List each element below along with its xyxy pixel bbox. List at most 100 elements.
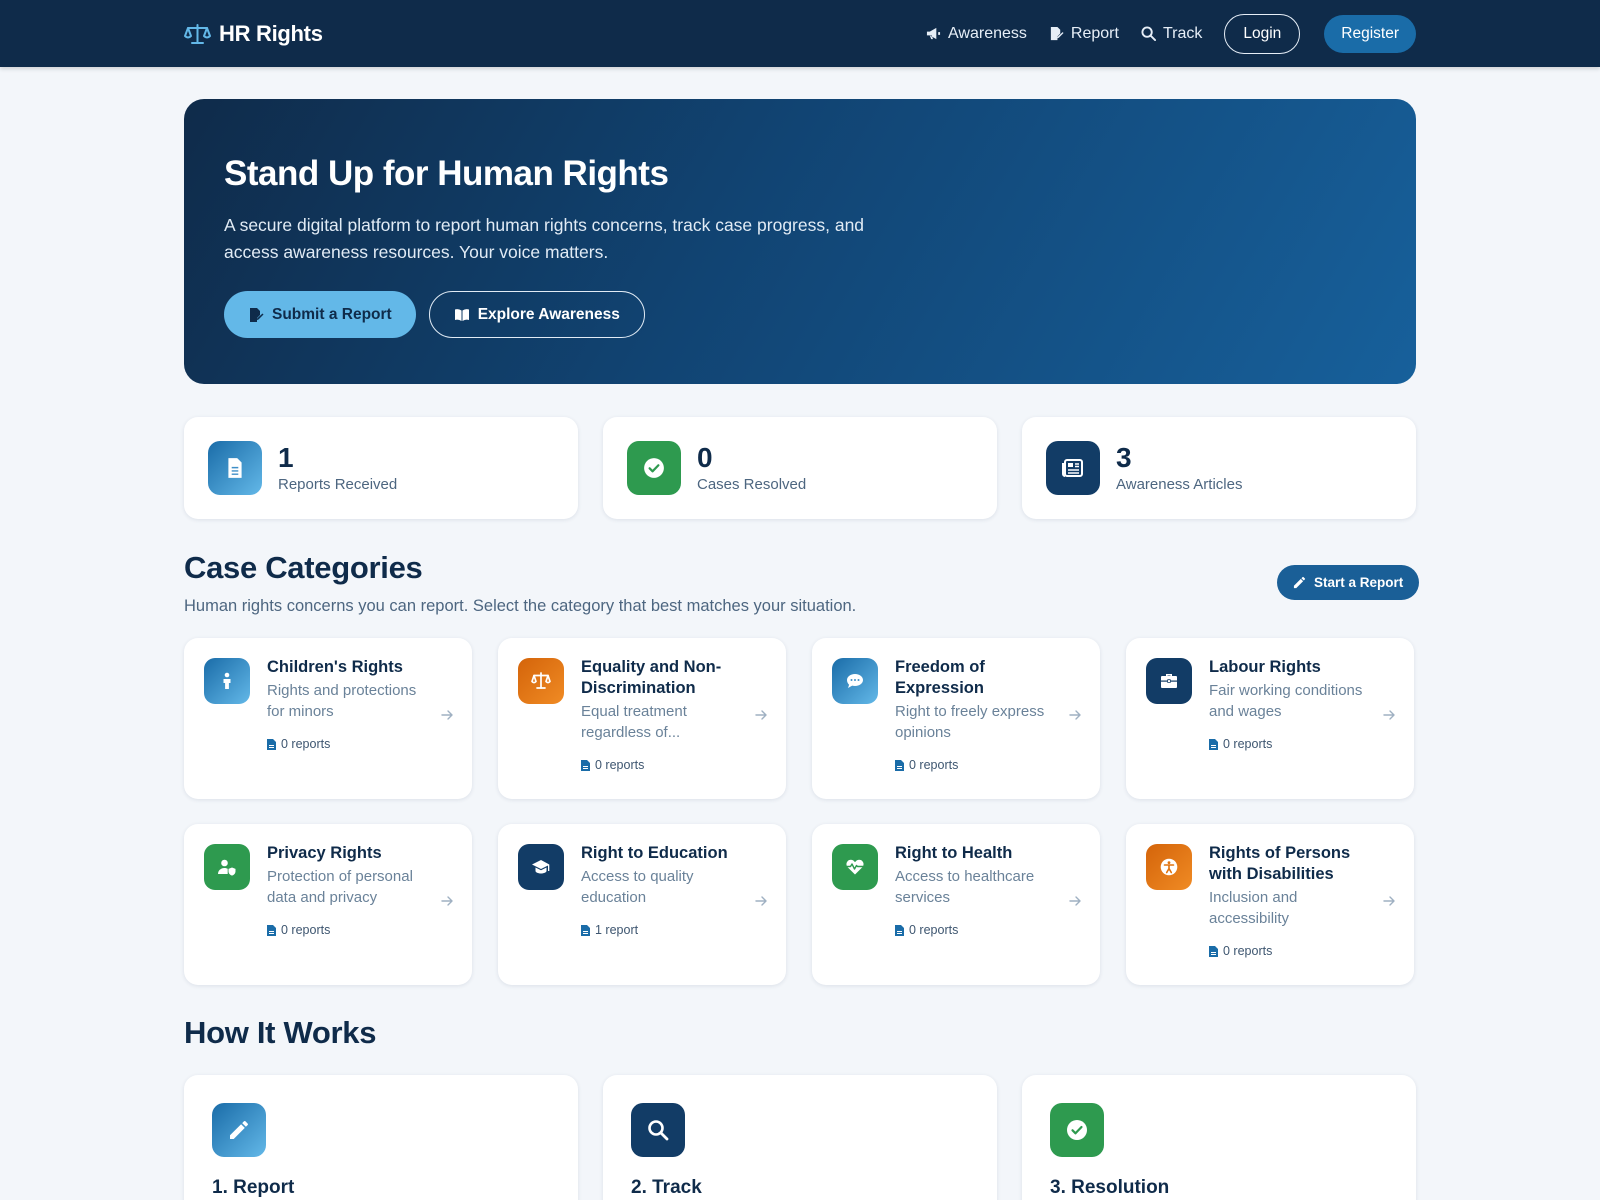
accessibility-icon	[1146, 844, 1192, 890]
nav-link-track[interactable]: Track	[1141, 25, 1202, 43]
arrow-right-icon	[441, 896, 453, 906]
navbar: HR Rights Awareness Report Track Login R…	[0, 0, 1600, 67]
categories-subtitle: Human rights concerns you can report. Se…	[184, 597, 857, 615]
category-title: Privacy Rights	[267, 844, 382, 862]
category-description: Fair working conditions and wages	[1209, 682, 1363, 720]
file-signature-icon	[1050, 26, 1064, 41]
arrow-right-icon	[755, 896, 767, 906]
user-shield-icon	[204, 844, 250, 890]
hero-text: A secure digital platform to report huma…	[224, 215, 865, 262]
category-description: Protection of personal data and privacy	[267, 868, 413, 906]
file-icon	[581, 924, 590, 936]
step-title: 1. Report	[212, 1177, 295, 1198]
arrow-right-icon	[1069, 710, 1081, 720]
category-title: Labour Rights	[1209, 658, 1321, 676]
step-title: 2. Track	[631, 1177, 702, 1198]
categories-title: Case Categories	[184, 550, 423, 585]
megaphone-icon	[926, 27, 941, 40]
report-count-text: 0 reports	[1223, 944, 1273, 958]
report-count: 0 reports	[895, 758, 1065, 772]
report-count-text: 0 reports	[1223, 737, 1273, 751]
report-count: 1 report	[581, 923, 751, 937]
arrow-right-icon	[441, 710, 453, 720]
category-card-childrens-rights[interactable]: Children's Rights Rights and protections…	[184, 638, 472, 799]
register-button[interactable]: Register	[1324, 14, 1416, 53]
report-count-text: 0 reports	[909, 758, 959, 772]
stat-card-articles: 3 Awareness Articles	[1022, 417, 1416, 519]
report-count-text: 0 reports	[281, 737, 331, 751]
file-icon	[1209, 945, 1218, 957]
stat-card-reports: 1 Reports Received	[184, 417, 578, 519]
explore-awareness-label: Explore Awareness	[477, 305, 620, 323]
brand-logo[interactable]: HR Rights	[184, 21, 323, 47]
category-title: Children's Rights	[267, 658, 403, 676]
file-icon	[267, 924, 276, 936]
nav-link-label: Awareness	[948, 24, 1027, 42]
report-count-text: 0 reports	[595, 758, 645, 772]
hero-banner: Stand Up for Human Rights A secure digit…	[184, 99, 1416, 384]
arrow-right-icon	[755, 710, 767, 720]
stat-label: Reports Received	[278, 476, 398, 494]
explore-awareness-button[interactable]: Explore Awareness	[428, 291, 645, 338]
step-card-report: 1. Report	[184, 1075, 578, 1200]
report-count-text: 1 report	[595, 923, 639, 937]
arrow-right-icon	[1069, 896, 1081, 906]
category-description: Inclusion and accessibility	[1209, 889, 1298, 927]
category-description: Access to quality education	[581, 868, 694, 906]
file-signature-icon	[250, 307, 264, 322]
category-title: Right to Education	[581, 844, 728, 862]
heart-pulse-icon	[832, 844, 878, 890]
file-icon	[895, 924, 904, 936]
hero-buttons: Submit a Report Explore Awareness	[224, 291, 1376, 338]
category-card-disabilities[interactable]: Rights of Persons with Disabilities Incl…	[1126, 824, 1414, 985]
arrow-right-icon	[1383, 896, 1395, 906]
submit-report-button[interactable]: Submit a Report	[224, 291, 416, 338]
book-open-icon	[454, 308, 469, 321]
search-icon	[1141, 26, 1156, 41]
category-card-right-to-education[interactable]: Right to Education Access to quality edu…	[498, 824, 786, 985]
start-report-label: Start a Report	[1314, 575, 1404, 590]
category-card-freedom-of-expression[interactable]: Freedom of Expression Right to freely ex…	[812, 638, 1100, 799]
stat-value: 0	[697, 441, 713, 473]
check-circle-icon	[1050, 1103, 1104, 1157]
pencil-icon	[1293, 576, 1306, 589]
nav-link-report[interactable]: Report	[1049, 25, 1119, 43]
stat-value: 1	[278, 441, 294, 473]
report-count: 0 reports	[1209, 944, 1379, 958]
category-title: Equality and Non-Discrimination	[581, 658, 722, 697]
stat-value: 3	[1116, 441, 1132, 473]
step-card-track: 2. Track	[603, 1075, 997, 1200]
scale-balance-icon	[518, 658, 564, 704]
category-card-equality[interactable]: Equality and Non-Discrimination Equal tr…	[498, 638, 786, 799]
category-card-labour-rights[interactable]: Labour Rights Fair working conditions an…	[1126, 638, 1414, 799]
report-count: 0 reports	[1209, 737, 1379, 751]
report-count: 0 reports	[581, 758, 751, 772]
report-count: 0 reports	[267, 737, 437, 751]
nav-link-label: Report	[1070, 24, 1119, 42]
start-report-button[interactable]: Start a Report	[1277, 565, 1420, 600]
file-icon	[267, 738, 276, 750]
category-description: Rights and protections for minors	[267, 682, 417, 720]
file-icon	[1209, 738, 1218, 750]
nav-link-label: Track	[1162, 24, 1203, 42]
scale-balance-icon	[184, 23, 211, 44]
stat-label: Cases Resolved	[697, 476, 807, 494]
document-icon	[208, 441, 262, 495]
category-card-right-to-health[interactable]: Right to Health Access to healthcare ser…	[812, 824, 1100, 985]
step-card-resolution: 3. Resolution	[1022, 1075, 1416, 1200]
category-title: Freedom of Expression	[895, 658, 985, 697]
category-description: Right to freely express opinions	[895, 703, 1045, 741]
nav-link-awareness[interactable]: Awareness	[926, 25, 1027, 43]
hero-title: Stand Up for Human Rights	[224, 154, 669, 193]
report-count: 0 reports	[267, 923, 437, 937]
newspaper-icon	[1046, 441, 1100, 495]
how-it-works-title: How It Works	[184, 1015, 377, 1050]
category-description: Access to healthcare services	[895, 868, 1035, 906]
login-button[interactable]: Login	[1224, 13, 1301, 54]
submit-report-label: Submit a Report	[272, 305, 392, 323]
pencil-icon	[212, 1103, 266, 1157]
brand-name: HR Rights	[219, 20, 323, 46]
report-count-text: 0 reports	[281, 923, 331, 937]
report-count-text: 0 reports	[909, 923, 959, 937]
category-card-privacy-rights[interactable]: Privacy Rights Protection of personal da…	[184, 824, 472, 985]
